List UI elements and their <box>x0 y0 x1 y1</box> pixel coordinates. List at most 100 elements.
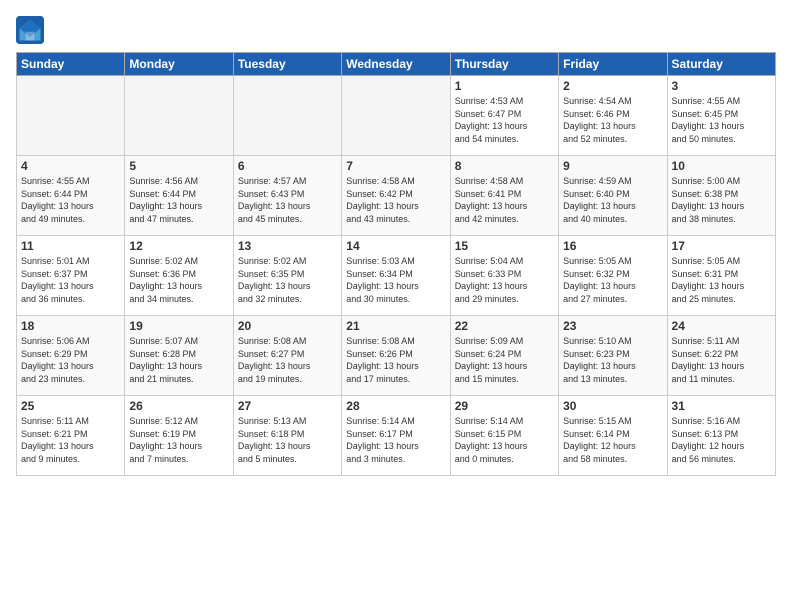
day-info: Sunrise: 5:05 AM Sunset: 6:32 PM Dayligh… <box>563 255 662 305</box>
header-monday: Monday <box>125 53 233 76</box>
day-info: Sunrise: 5:09 AM Sunset: 6:24 PM Dayligh… <box>455 335 554 385</box>
day-info: Sunrise: 4:55 AM Sunset: 6:44 PM Dayligh… <box>21 175 120 225</box>
day-info: Sunrise: 5:15 AM Sunset: 6:14 PM Dayligh… <box>563 415 662 465</box>
day-number: 5 <box>129 159 228 173</box>
calendar-cell: 4 Sunrise: 4:55 AM Sunset: 6:44 PM Daylig… <box>17 156 125 236</box>
day-number: 18 <box>21 319 120 333</box>
day-info: Sunrise: 5:12 AM Sunset: 6:19 PM Dayligh… <box>129 415 228 465</box>
calendar-cell: 27 Sunrise: 5:13 AM Sunset: 6:18 PM Dayli… <box>233 396 341 476</box>
calendar-cell: 17 Sunrise: 5:05 AM Sunset: 6:31 PM Dayli… <box>667 236 775 316</box>
day-number: 19 <box>129 319 228 333</box>
day-info: Sunrise: 4:53 AM Sunset: 6:47 PM Dayligh… <box>455 95 554 145</box>
calendar-cell: 19 Sunrise: 5:07 AM Sunset: 6:28 PM Dayli… <box>125 316 233 396</box>
day-number: 25 <box>21 399 120 413</box>
day-number: 26 <box>129 399 228 413</box>
day-number: 31 <box>672 399 771 413</box>
day-number: 11 <box>21 239 120 253</box>
calendar-cell: 16 Sunrise: 5:05 AM Sunset: 6:32 PM Dayli… <box>559 236 667 316</box>
header-wednesday: Wednesday <box>342 53 450 76</box>
day-info: Sunrise: 5:14 AM Sunset: 6:17 PM Dayligh… <box>346 415 445 465</box>
header-friday: Friday <box>559 53 667 76</box>
calendar-cell: 20Sunrise: 5:08 AM Sunset: 6:27 PM Dayli… <box>233 316 341 396</box>
calendar-cell <box>125 76 233 156</box>
day-info: Sunrise: 4:59 AM Sunset: 6:40 PM Dayligh… <box>563 175 662 225</box>
day-number: 2 <box>563 79 662 93</box>
calendar-cell: 15 Sunrise: 5:04 AM Sunset: 6:33 PM Dayli… <box>450 236 558 316</box>
calendar-cell: 2 Sunrise: 4:54 AM Sunset: 6:46 PM Daylig… <box>559 76 667 156</box>
day-number: 12 <box>129 239 228 253</box>
day-info: Sunrise: 5:14 AM Sunset: 6:15 PM Dayligh… <box>455 415 554 465</box>
day-info: Sunrise: 5:03 AM Sunset: 6:34 PM Dayligh… <box>346 255 445 305</box>
day-info: Sunrise: 4:54 AM Sunset: 6:46 PM Dayligh… <box>563 95 662 145</box>
calendar-cell: 5 Sunrise: 4:56 AM Sunset: 6:44 PM Daylig… <box>125 156 233 236</box>
day-number: 16 <box>563 239 662 253</box>
day-number: 15 <box>455 239 554 253</box>
day-info: Sunrise: 5:02 AM Sunset: 6:36 PM Dayligh… <box>129 255 228 305</box>
day-info: Sunrise: 5:11 AM Sunset: 6:21 PM Dayligh… <box>21 415 120 465</box>
day-number: 9 <box>563 159 662 173</box>
day-info: Sunrise: 5:00 AM Sunset: 6:38 PM Dayligh… <box>672 175 771 225</box>
day-info: Sunrise: 4:57 AM Sunset: 6:43 PM Dayligh… <box>238 175 337 225</box>
day-number: 23 <box>563 319 662 333</box>
calendar-cell: 14 Sunrise: 5:03 AM Sunset: 6:34 PM Dayli… <box>342 236 450 316</box>
day-info: Sunrise: 4:58 AM Sunset: 6:41 PM Dayligh… <box>455 175 554 225</box>
day-info: Sunrise: 4:56 AM Sunset: 6:44 PM Dayligh… <box>129 175 228 225</box>
day-number: 4 <box>21 159 120 173</box>
day-info: Sunrise: 5:06 AM Sunset: 6:29 PM Dayligh… <box>21 335 120 385</box>
calendar-cell: 21Sunrise: 5:08 AM Sunset: 6:26 PM Dayli… <box>342 316 450 396</box>
day-number: 29 <box>455 399 554 413</box>
day-info: Sunrise: 5:07 AM Sunset: 6:28 PM Dayligh… <box>129 335 228 385</box>
day-number: 17 <box>672 239 771 253</box>
calendar-cell: 30 Sunrise: 5:15 AM Sunset: 6:14 PM Dayli… <box>559 396 667 476</box>
day-number: 27 <box>238 399 337 413</box>
day-info: Sunrise: 5:10 AM Sunset: 6:23 PM Dayligh… <box>563 335 662 385</box>
day-number: 6 <box>238 159 337 173</box>
calendar-week-1: 1 Sunrise: 4:53 AM Sunset: 6:47 PM Daylig… <box>17 76 776 156</box>
calendar-cell: 8 Sunrise: 4:58 AM Sunset: 6:41 PM Daylig… <box>450 156 558 236</box>
calendar-cell: 9 Sunrise: 4:59 AM Sunset: 6:40 PM Daylig… <box>559 156 667 236</box>
calendar-cell <box>233 76 341 156</box>
day-number: 14 <box>346 239 445 253</box>
calendar-cell: 31 Sunrise: 5:16 AM Sunset: 6:13 PM Dayli… <box>667 396 775 476</box>
calendar-table: SundayMondayTuesdayWednesdayThursdayFrid… <box>16 52 776 476</box>
calendar-cell: 28 Sunrise: 5:14 AM Sunset: 6:17 PM Dayli… <box>342 396 450 476</box>
day-number: 3 <box>672 79 771 93</box>
day-number: 28 <box>346 399 445 413</box>
header-sunday: Sunday <box>17 53 125 76</box>
day-info: Sunrise: 5:04 AM Sunset: 6:33 PM Dayligh… <box>455 255 554 305</box>
calendar-cell: 25 Sunrise: 5:11 AM Sunset: 6:21 PM Dayli… <box>17 396 125 476</box>
calendar-cell: 10 Sunrise: 5:00 AM Sunset: 6:38 PM Dayli… <box>667 156 775 236</box>
calendar-cell <box>342 76 450 156</box>
calendar-cell: 1 Sunrise: 4:53 AM Sunset: 6:47 PM Daylig… <box>450 76 558 156</box>
calendar-cell: 18 Sunrise: 5:06 AM Sunset: 6:29 PM Dayli… <box>17 316 125 396</box>
calendar-week-2: 4 Sunrise: 4:55 AM Sunset: 6:44 PM Daylig… <box>17 156 776 236</box>
day-info: Sunrise: 5:01 AM Sunset: 6:37 PM Dayligh… <box>21 255 120 305</box>
day-number: 30 <box>563 399 662 413</box>
calendar-cell: 13Sunrise: 5:02 AM Sunset: 6:35 PM Dayli… <box>233 236 341 316</box>
day-info: Sunrise: 5:08 AM Sunset: 6:26 PM Dayligh… <box>346 335 445 385</box>
day-info: Sunrise: 5:02 AM Sunset: 6:35 PM Dayligh… <box>238 255 337 305</box>
calendar-cell: 3 Sunrise: 4:55 AM Sunset: 6:45 PM Daylig… <box>667 76 775 156</box>
logo <box>16 16 46 44</box>
day-number: 1 <box>455 79 554 93</box>
day-info: Sunrise: 5:05 AM Sunset: 6:31 PM Dayligh… <box>672 255 771 305</box>
calendar-cell: 23 Sunrise: 5:10 AM Sunset: 6:23 PM Dayli… <box>559 316 667 396</box>
day-info: Sunrise: 5:11 AM Sunset: 6:22 PM Dayligh… <box>672 335 771 385</box>
day-number: 8 <box>455 159 554 173</box>
day-info: Sunrise: 5:16 AM Sunset: 6:13 PM Dayligh… <box>672 415 771 465</box>
day-number: 10 <box>672 159 771 173</box>
calendar-cell: 7Sunrise: 4:58 AM Sunset: 6:42 PM Daylig… <box>342 156 450 236</box>
calendar-cell: 6 Sunrise: 4:57 AM Sunset: 6:43 PM Daylig… <box>233 156 341 236</box>
calendar-week-3: 11 Sunrise: 5:01 AM Sunset: 6:37 PM Dayli… <box>17 236 776 316</box>
calendar-cell <box>17 76 125 156</box>
page-header <box>16 16 776 44</box>
calendar-cell: 11 Sunrise: 5:01 AM Sunset: 6:37 PM Dayli… <box>17 236 125 316</box>
day-info: Sunrise: 5:08 AM Sunset: 6:27 PM Dayligh… <box>238 335 337 385</box>
day-info: Sunrise: 4:55 AM Sunset: 6:45 PM Dayligh… <box>672 95 771 145</box>
day-number: 22 <box>455 319 554 333</box>
calendar-week-5: 25 Sunrise: 5:11 AM Sunset: 6:21 PM Dayli… <box>17 396 776 476</box>
day-info: Sunrise: 5:13 AM Sunset: 6:18 PM Dayligh… <box>238 415 337 465</box>
calendar-week-4: 18 Sunrise: 5:06 AM Sunset: 6:29 PM Dayli… <box>17 316 776 396</box>
calendar-page: SundayMondayTuesdayWednesdayThursdayFrid… <box>0 0 792 612</box>
day-number: 24 <box>672 319 771 333</box>
